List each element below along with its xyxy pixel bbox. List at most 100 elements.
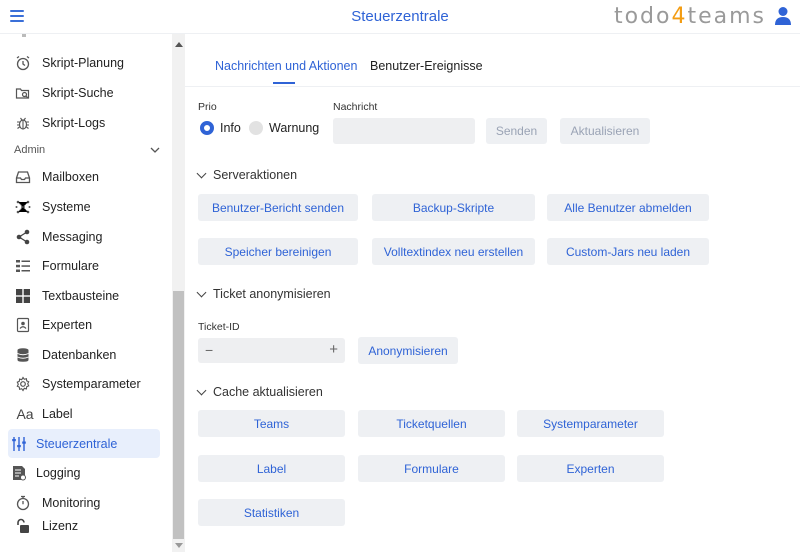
database-icon [14, 346, 32, 364]
unlock-icon [14, 517, 32, 535]
cache-label-button[interactable]: Label [198, 455, 345, 482]
chevron-down-icon [196, 287, 207, 297]
sidebar-scrollbar[interactable] [172, 34, 185, 552]
sidebar-item-skript-logs[interactable]: Skript-Logs [8, 108, 160, 137]
network-icon [14, 198, 32, 216]
cache-formulare-button[interactable]: Formulare [358, 455, 505, 482]
prio-label: Prio [198, 101, 217, 113]
anonymisieren-button[interactable]: Anonymisieren [358, 337, 458, 364]
cache-teams-button[interactable]: Teams [198, 410, 345, 437]
sidebar-item-skript-planung[interactable]: Skript-Planung [8, 48, 160, 77]
sidebar-item-label: Systeme [42, 199, 91, 214]
sidebar-item-mailboxen[interactable]: Mailboxen [8, 162, 160, 191]
tab-nachrichten-und-aktionen[interactable]: Nachrichten und Aktionen [215, 59, 357, 73]
plus-icon[interactable]: + [329, 341, 338, 358]
sidebar-item-messaging[interactable]: Messaging [8, 222, 160, 251]
cache-experten-button[interactable]: Experten [517, 455, 664, 482]
sidebar-section-admin[interactable]: Admin [14, 140, 160, 160]
nachricht-input[interactable] [333, 118, 475, 144]
inbox-icon [14, 168, 32, 186]
sliders-icon [10, 435, 28, 453]
sidebar-item-label: Lizenz [42, 518, 79, 533]
chevron-down-icon [196, 168, 207, 178]
scroll-up-arrow-icon[interactable] [175, 42, 183, 47]
benutzer-bericht-senden-button[interactable]: Benutzer-Bericht senden [198, 194, 358, 221]
folder-search-icon [14, 84, 32, 102]
cache-statistiken-button[interactable]: Statistiken [198, 499, 345, 526]
sidebar-item-label: Experten [42, 317, 93, 332]
prio-radio-info[interactable]: Info [200, 121, 241, 135]
tab-benutzer-ereignisse[interactable]: Benutzer-Ereignisse [370, 59, 483, 73]
ticket-anonymisieren-section-toggle[interactable]: Ticket anonymisieren [196, 287, 331, 301]
gear-icon [14, 375, 32, 393]
brand-suffix: teams [687, 4, 766, 29]
active-tab-indicator [273, 82, 295, 84]
user-icon[interactable] [774, 6, 792, 26]
sidebar-item-label: Label [42, 406, 73, 421]
sidebar-item-systemparameter[interactable]: Systemparameter [8, 369, 160, 398]
sidebar-item-label: Mailboxen [42, 169, 99, 184]
sidebar-item-textbausteine[interactable]: Textbausteine [8, 281, 160, 310]
main-content: Nachrichten und Aktionen Benutzer-Ereign… [185, 34, 800, 552]
sidebar-item-label: Textbausteine [42, 288, 120, 303]
section-title: Serveraktionen [213, 168, 298, 182]
section-label: Admin [14, 144, 46, 156]
sidebar-item-experten[interactable]: Experten [8, 310, 160, 339]
brand-prefix: todo [613, 4, 672, 29]
chevron-down-icon [196, 385, 207, 395]
sidebar-item-label: Systemparameter [42, 376, 141, 391]
sidebar-item-label[interactable]: Aa Label [8, 399, 160, 428]
alle-benutzer-abmelden-button[interactable]: Alle Benutzer abmelden [547, 194, 709, 221]
cache-aktualisieren-section-toggle[interactable]: Cache aktualisieren [196, 385, 323, 399]
sidebar-item-steuerzentrale[interactable]: Steuerzentrale [8, 429, 160, 458]
sidebar-item-label: Skript-Logs [42, 115, 106, 130]
sidebar-item-skript-suche[interactable]: Skript-Suche [8, 78, 160, 107]
sidebar-item-label: Messaging [42, 229, 103, 244]
radio-label: Warnung [269, 121, 320, 135]
bug-icon [14, 114, 32, 132]
cache-systemparameter-button[interactable]: Systemparameter [517, 410, 664, 437]
ticket-id-label: Ticket-ID [198, 321, 240, 333]
sidebar-item-label: Skript-Planung [42, 55, 124, 70]
section-title: Ticket anonymisieren [213, 287, 331, 301]
sidebar: Skript-Planung Skript-Suche Skript-Logs … [0, 34, 172, 552]
brand-logo: todo4teams [614, 4, 766, 29]
share-icon [14, 228, 32, 246]
senden-button[interactable]: Senden [486, 118, 547, 144]
sidebar-item-label: Monitoring [42, 495, 101, 510]
serveraktionen-section-toggle[interactable]: Serveraktionen [196, 168, 298, 182]
prio-radio-warnung[interactable]: Warnung [249, 121, 319, 135]
sidebar-item-logging[interactable]: Logging [8, 458, 160, 487]
cache-ticketquellen-button[interactable]: Ticketquellen [358, 410, 505, 437]
sidebar-item-label: Skript-Suche [42, 85, 114, 100]
tabs-divider [185, 86, 800, 87]
sidebar-item-systeme[interactable]: Systeme [8, 192, 160, 221]
ticket-id-stepper[interactable]: − + [198, 338, 345, 363]
scrollbar-thumb[interactable] [173, 291, 184, 539]
grid-icon [14, 287, 32, 305]
radio-selected-icon [200, 121, 214, 135]
minus-icon[interactable]: − [205, 342, 213, 358]
top-bar: Steuerzentrale todo4teams [0, 0, 800, 34]
backup-skripte-button[interactable]: Backup-Skripte [372, 194, 535, 221]
sidebar-item-formulare[interactable]: Formulare [8, 251, 160, 280]
nachricht-label: Nachricht [333, 101, 378, 113]
radio-label: Info [220, 121, 241, 135]
clipped-item-fragment [22, 34, 26, 37]
sidebar-item-label: Logging [36, 465, 81, 480]
stopwatch-icon [14, 494, 32, 512]
brand-digit: 4 [671, 4, 688, 29]
sidebar-item-label: Steuerzentrale [36, 436, 118, 451]
badge-icon [14, 316, 32, 334]
scroll-down-arrow-icon[interactable] [175, 543, 183, 548]
speicher-bereinigen-button[interactable]: Speicher bereinigen [198, 238, 358, 265]
sidebar-item-label: Datenbanken [42, 347, 117, 362]
sidebar-item-lizenz[interactable]: Lizenz [8, 511, 160, 540]
chevron-down-icon [150, 147, 160, 153]
custom-jars-neu-laden-button[interactable]: Custom-Jars neu laden [547, 238, 709, 265]
volltextindex-neu-erstellen-button[interactable]: Volltextindex neu erstellen [372, 238, 535, 265]
aktualisieren-button[interactable]: Aktualisieren [560, 118, 650, 144]
list-form-icon [14, 257, 32, 275]
sidebar-item-datenbanken[interactable]: Datenbanken [8, 340, 160, 369]
log-file-icon [10, 464, 28, 482]
